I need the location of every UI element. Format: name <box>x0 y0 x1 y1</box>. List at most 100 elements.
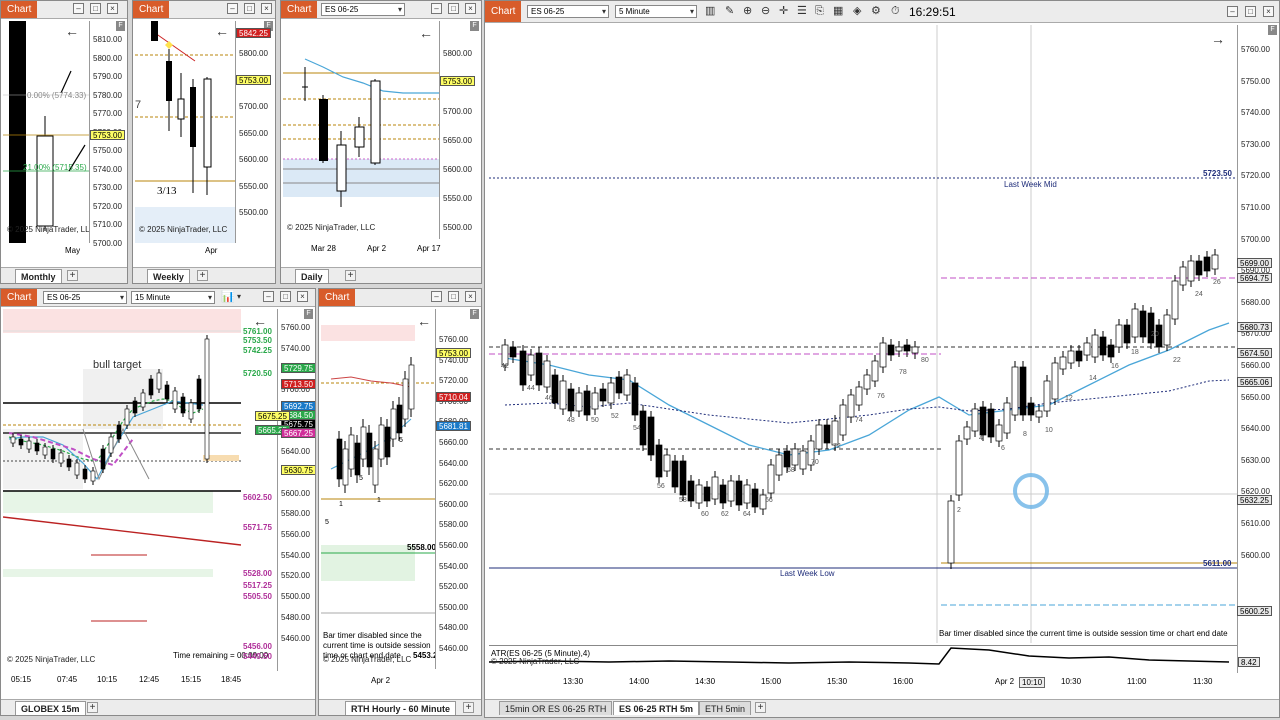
price-tick: 5640.00 <box>1241 424 1270 434</box>
arrow-right-icon[interactable]: → <box>1211 32 1225 46</box>
price-marker: 5753.00 <box>436 348 471 358</box>
add-tab-button[interactable]: + <box>755 702 766 713</box>
tab-rth-5m[interactable]: ES 06-25 RTH 5m <box>613 701 700 715</box>
close-icon[interactable]: × <box>261 3 272 14</box>
maximize-icon[interactable]: □ <box>1245 6 1256 17</box>
minimize-icon[interactable]: – <box>1227 6 1238 17</box>
chart-chip[interactable]: Chart <box>1 1 38 18</box>
maximize-icon[interactable]: □ <box>90 3 101 14</box>
add-tab-button[interactable]: + <box>345 270 356 281</box>
main-plot[interactable]: Last Week Mid Last Week Low 5723.50 5611… <box>489 25 1237 643</box>
instrument-select[interactable]: ES 06-25 <box>321 3 405 16</box>
bar-number: 26 <box>1213 279 1221 286</box>
daily-plot[interactable]: ← © 2025 NinjaTrader, LLC <box>283 21 439 239</box>
bar-number: 80 <box>921 357 929 364</box>
bar-number: 3 <box>387 437 391 444</box>
level-label: 5528.00 <box>243 569 272 578</box>
zoom-out-icon[interactable]: ⊖ <box>761 5 770 17</box>
properties-icon[interactable]: ☰ <box>797 5 807 17</box>
clock-icon[interactable]: ⏱ <box>891 5 900 17</box>
add-tab-button[interactable]: + <box>87 702 98 713</box>
hourly-chart-window: Chart – □ × ← 151355 5558.00 5453.25 Bar… <box>318 288 482 716</box>
price-tick: 5600.00 <box>239 155 268 164</box>
titlebar: Chart ES 06-25 15 Minute 📊 ▾ – □ × <box>1 289 315 307</box>
bar-style-icon[interactable]: 📊 <box>221 291 235 303</box>
arrow-left-icon[interactable]: ← <box>417 314 431 328</box>
price-tick: 5600.00 <box>443 165 472 174</box>
add-tab-button[interactable]: + <box>197 270 208 281</box>
close-icon[interactable]: × <box>107 3 118 14</box>
chart-chip[interactable]: Chart <box>319 289 356 306</box>
price-tick: 5460.00 <box>281 633 310 643</box>
price-tick: 5710.00 <box>1241 203 1270 212</box>
bar-number: 66 <box>765 497 773 504</box>
bar-style-icon[interactable]: ▥ <box>705 5 715 17</box>
interval-select[interactable]: 15 Minute <box>131 291 215 304</box>
chart-chip[interactable]: Chart <box>1 289 38 306</box>
weekly-plot[interactable]: 7 3/13 ← © 2025 NinjaTrader, LLC <box>135 21 235 243</box>
maximize-icon[interactable]: □ <box>244 3 255 14</box>
draw-tool-icon[interactable]: ✎ <box>725 5 734 17</box>
strategy-icon[interactable]: ⚙ <box>871 5 881 17</box>
tab-monthly[interactable]: Monthly <box>15 269 62 283</box>
price-tick: 5720.00 <box>1241 171 1270 181</box>
bar-number: 60 <box>701 511 709 518</box>
tab-eth-5min[interactable]: ETH 5min <box>699 701 752 715</box>
minimize-icon[interactable]: – <box>431 3 442 14</box>
minimize-icon[interactable]: – <box>263 291 274 302</box>
copyright: © 2025 NinjaTrader, LLC <box>139 225 228 234</box>
maximize-icon[interactable]: □ <box>448 3 459 14</box>
copyright: © 2025 NinjaTrader, LLC <box>7 225 96 234</box>
price-tick: 5480.00 <box>439 623 468 633</box>
copy-icon[interactable]: ⎘ <box>815 5 824 17</box>
chart-chip[interactable]: Chart <box>281 1 318 18</box>
dropdown-icon[interactable]: ▾ <box>237 291 241 303</box>
maximize-icon[interactable]: □ <box>280 291 291 302</box>
minimize-icon[interactable]: – <box>227 3 238 14</box>
format-icon[interactable]: F <box>470 309 479 319</box>
format-icon[interactable]: F <box>304 309 313 319</box>
tab-rth-hourly[interactable]: RTH Hourly - 60 Minute <box>345 701 457 715</box>
tab-weekly[interactable]: Weekly <box>147 269 190 283</box>
format-icon[interactable]: F <box>116 21 125 31</box>
arrow-left-icon[interactable]: ← <box>215 24 229 38</box>
add-tab-button[interactable]: + <box>67 270 78 281</box>
chart-chip[interactable]: Chart <box>133 1 170 18</box>
close-icon[interactable]: × <box>1263 6 1274 17</box>
bar-number: 62 <box>721 511 729 518</box>
price-tick: 5720.00 <box>93 201 122 211</box>
price-marker: 5753.00 <box>236 75 271 85</box>
hourly-plot[interactable]: ← 151355 5558.00 5453.25 Bar timer disab… <box>321 309 442 669</box>
minimize-icon[interactable]: – <box>73 3 84 14</box>
chart-chip[interactable]: Chart <box>485 1 522 22</box>
tab-15min-or[interactable]: 15min OR ES 06-25 RTH <box>499 701 613 715</box>
price-tick: 5600.00 <box>439 499 468 509</box>
minimize-icon[interactable]: – <box>431 291 442 302</box>
instrument-select[interactable]: ES 06-25 <box>527 5 609 18</box>
add-tab-button[interactable]: + <box>463 702 474 713</box>
arrow-left-icon[interactable]: ← <box>253 314 267 328</box>
close-icon[interactable]: × <box>465 3 476 14</box>
monthly-plot[interactable]: 0.00% (5774.33) 21.00% (5715.35) ← © 202… <box>3 21 95 243</box>
tab-daily[interactable]: Daily <box>295 269 329 283</box>
interval-select[interactable]: 5 Minute <box>615 5 697 18</box>
maximize-icon[interactable]: □ <box>448 291 459 302</box>
format-icon[interactable]: F <box>470 21 479 31</box>
close-icon[interactable]: × <box>297 291 308 302</box>
price-tick: 5760.00 <box>1241 45 1270 54</box>
price-marker-red: 5710.04 <box>436 392 471 402</box>
indicator-icon[interactable]: ◈ <box>853 5 861 17</box>
format-icon[interactable]: F <box>1268 25 1277 35</box>
close-icon[interactable]: × <box>465 291 476 302</box>
instrument-select[interactable]: ES 06-25 <box>43 291 127 304</box>
trade-icon[interactable]: ▦ <box>833 5 843 17</box>
crosshair-icon[interactable]: ✛ <box>779 5 788 17</box>
arrow-left-icon[interactable]: ← <box>65 24 79 38</box>
globex-plot[interactable]: bull target ← Time remaining = 00:00:00 … <box>3 309 268 671</box>
tab-globex-15m[interactable]: GLOBEX 15m <box>15 701 86 715</box>
bar-number: 52 <box>611 413 619 420</box>
arrow-left-icon[interactable]: ← <box>419 26 433 40</box>
level-label: 5517.25 <box>243 581 272 590</box>
zoom-in-icon[interactable]: ⊕ <box>743 5 752 17</box>
atr-panel[interactable]: ATR(ES 06-25 (5 Minute),4) © 2025 NinjaT… <box>489 645 1237 673</box>
